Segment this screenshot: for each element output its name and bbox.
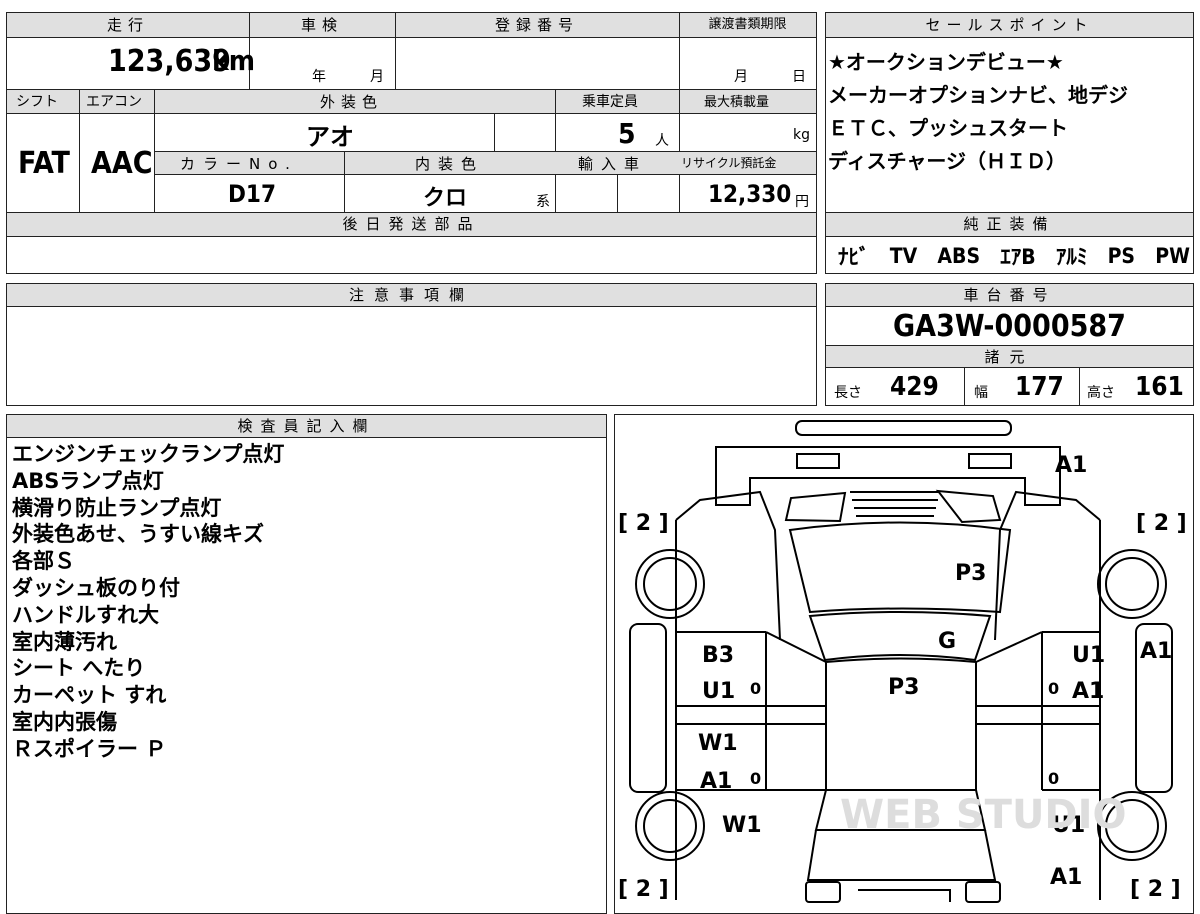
equipment-header: 純正装備 — [826, 213, 1193, 236]
inspector-line: 横滑り防止ランプ点灯 — [12, 495, 222, 520]
chassis-header: 車台番号 — [826, 284, 1193, 307]
damage-code-roof: P3 — [888, 675, 919, 700]
inspector-line: 室内内張傷 — [12, 709, 117, 734]
capacity-value: 5 — [618, 117, 636, 150]
zero-mark: 0 — [1048, 679, 1059, 698]
exterior-color-header: 外装色 — [320, 93, 384, 111]
inspector-line: Ｒスポイラー Ｐ — [12, 736, 167, 761]
exterior-color-value: アオ — [306, 123, 354, 151]
inspector-line: シート へたり — [12, 656, 146, 681]
deadline-month-unit: 月 — [734, 69, 748, 85]
damage-code-left-front-door: B3 — [702, 643, 734, 668]
inspector-line: ABSランプ点灯 — [12, 468, 164, 493]
max-load-header: 最大積載量 — [704, 95, 770, 110]
tire-mark: [ 2 ] — [618, 511, 669, 536]
inspector-header: 検査員記入欄 — [7, 415, 606, 438]
inspector-line: 室内薄汚れ — [12, 629, 117, 654]
later-parts-header: 後日発送部品 — [7, 213, 816, 236]
aircon-value: AAC — [91, 146, 153, 181]
inspector-line: 外装色あせ、うすい線キズ — [12, 522, 264, 547]
registration-header: 登録番号 — [395, 13, 679, 37]
recycle-header: リサイクル預託金 — [681, 156, 777, 170]
sales-point-line: ★オークションデビュー★ — [828, 50, 1064, 74]
equipment-item: ｴｱB — [1000, 245, 1036, 269]
inspection-year-unit: 年 — [312, 69, 326, 85]
tire-mark: [ 2 ] — [618, 877, 669, 902]
inspector-line: 各部Ｓ — [12, 549, 75, 574]
shift-value: FAT — [18, 146, 70, 181]
damage-code-front-bumper: A1 — [1055, 453, 1087, 478]
tire-mark: [ 2 ] — [1136, 511, 1187, 536]
sales-points-header: セールスポイント — [826, 13, 1193, 37]
damage-code-left-rear-door: A1 — [700, 769, 732, 794]
zero-mark: 0 — [750, 679, 761, 698]
interior-color-suffix: 系 — [536, 194, 550, 210]
deadline-day-unit: 日 — [792, 69, 806, 85]
zero-mark: 0 — [1048, 769, 1059, 788]
damage-code-rear-right: A1 — [1050, 865, 1082, 890]
length-label: 長さ — [834, 385, 862, 401]
sales-point-line: メーカーオプションナビ、地デジ — [828, 83, 1128, 107]
equipment-item: PW — [1155, 244, 1190, 268]
damage-code-right-front-door: U1 — [1072, 643, 1105, 668]
inspector-line: ダッシュ板のり付 — [12, 575, 180, 600]
damage-diagram: [ 2 ] [ 2 ] [ 2 ] [ 2 ] A1 P3 G P3 B3 U1… — [614, 414, 1194, 914]
color-no-value: D17 — [228, 180, 276, 208]
inspector-lines: エンジンチェックランプ点灯 ABSランプ点灯 横滑り防止ランプ点灯 外装色あせ、… — [12, 441, 602, 763]
damage-code-right-front-fender: A1 — [1140, 639, 1172, 664]
capacity-header: 乗車定員 — [582, 94, 638, 110]
damage-code-windshield: G — [938, 629, 956, 654]
damage-code-left-front-door: U1 — [702, 679, 735, 704]
equipment-item: PS — [1107, 244, 1136, 268]
equipment-item: TV — [889, 244, 918, 268]
chassis-number: GA3W-0000587 — [893, 309, 1126, 344]
interior-color-header: 内装色 — [415, 155, 485, 173]
equipment-item: ABS — [937, 244, 981, 268]
length-value: 429 — [890, 372, 939, 402]
specs-header: 諸元 — [826, 345, 1193, 368]
inspection-month-unit: 月 — [370, 69, 384, 85]
height-label: 高さ — [1087, 385, 1115, 401]
damage-code-hood: P3 — [955, 561, 986, 586]
damage-code-left-rear-door: W1 — [698, 731, 738, 756]
damage-code-left-rear-fender: W1 — [722, 813, 762, 838]
sales-points-list: ★オークションデビュー★ メーカーオプションナビ、地デジ ＥＴＣ、プッシュスター… — [828, 46, 1192, 178]
sales-point-line: ディスチャージ（ＨＩＤ） — [828, 149, 1066, 173]
max-load-unit: kg — [793, 127, 810, 143]
inspection-header: 車検 — [249, 13, 395, 37]
recycle-unit: 円 — [795, 194, 809, 210]
interior-color-value: クロ — [423, 186, 468, 211]
mileage-unit: km — [212, 44, 255, 77]
inspector-line: エンジンチェックランプ点灯 — [12, 442, 285, 466]
equipment-item: ｱﾙﾐ — [1055, 245, 1088, 269]
height-value: 161 — [1135, 372, 1184, 402]
width-value: 177 — [1015, 372, 1064, 402]
transfer-deadline-header: 譲渡書類期限 — [679, 13, 816, 37]
tire-mark: [ 2 ] — [1130, 877, 1181, 902]
import-header: 輸入車 — [578, 155, 648, 173]
damage-code-right-front-door: A1 — [1072, 679, 1104, 704]
notes-header: 注意事項欄 — [7, 284, 816, 307]
equipment-list: ﾅﾋﾞ TV ABS ｴｱB ｱﾙﾐ PS PW — [838, 240, 1190, 272]
inspector-line: ハンドルすれ大 — [12, 602, 159, 627]
color-no-header: カラーNo. — [180, 155, 298, 173]
inspector-line: カーペット すれ — [12, 683, 167, 708]
capacity-unit: 人 — [655, 133, 669, 149]
watermark: WEB STUDIO — [840, 792, 1127, 838]
equipment-item: ﾅﾋﾞ — [838, 245, 870, 269]
width-label: 幅 — [974, 385, 988, 401]
mileage-header: 走行 — [7, 13, 249, 37]
recycle-value: 12,330 — [708, 180, 792, 208]
aircon-header: エアコン — [86, 94, 142, 110]
shift-header: シフト — [16, 94, 58, 110]
zero-mark: 0 — [750, 769, 761, 788]
sales-point-line: ＥＴＣ、プッシュスタート — [828, 116, 1068, 140]
